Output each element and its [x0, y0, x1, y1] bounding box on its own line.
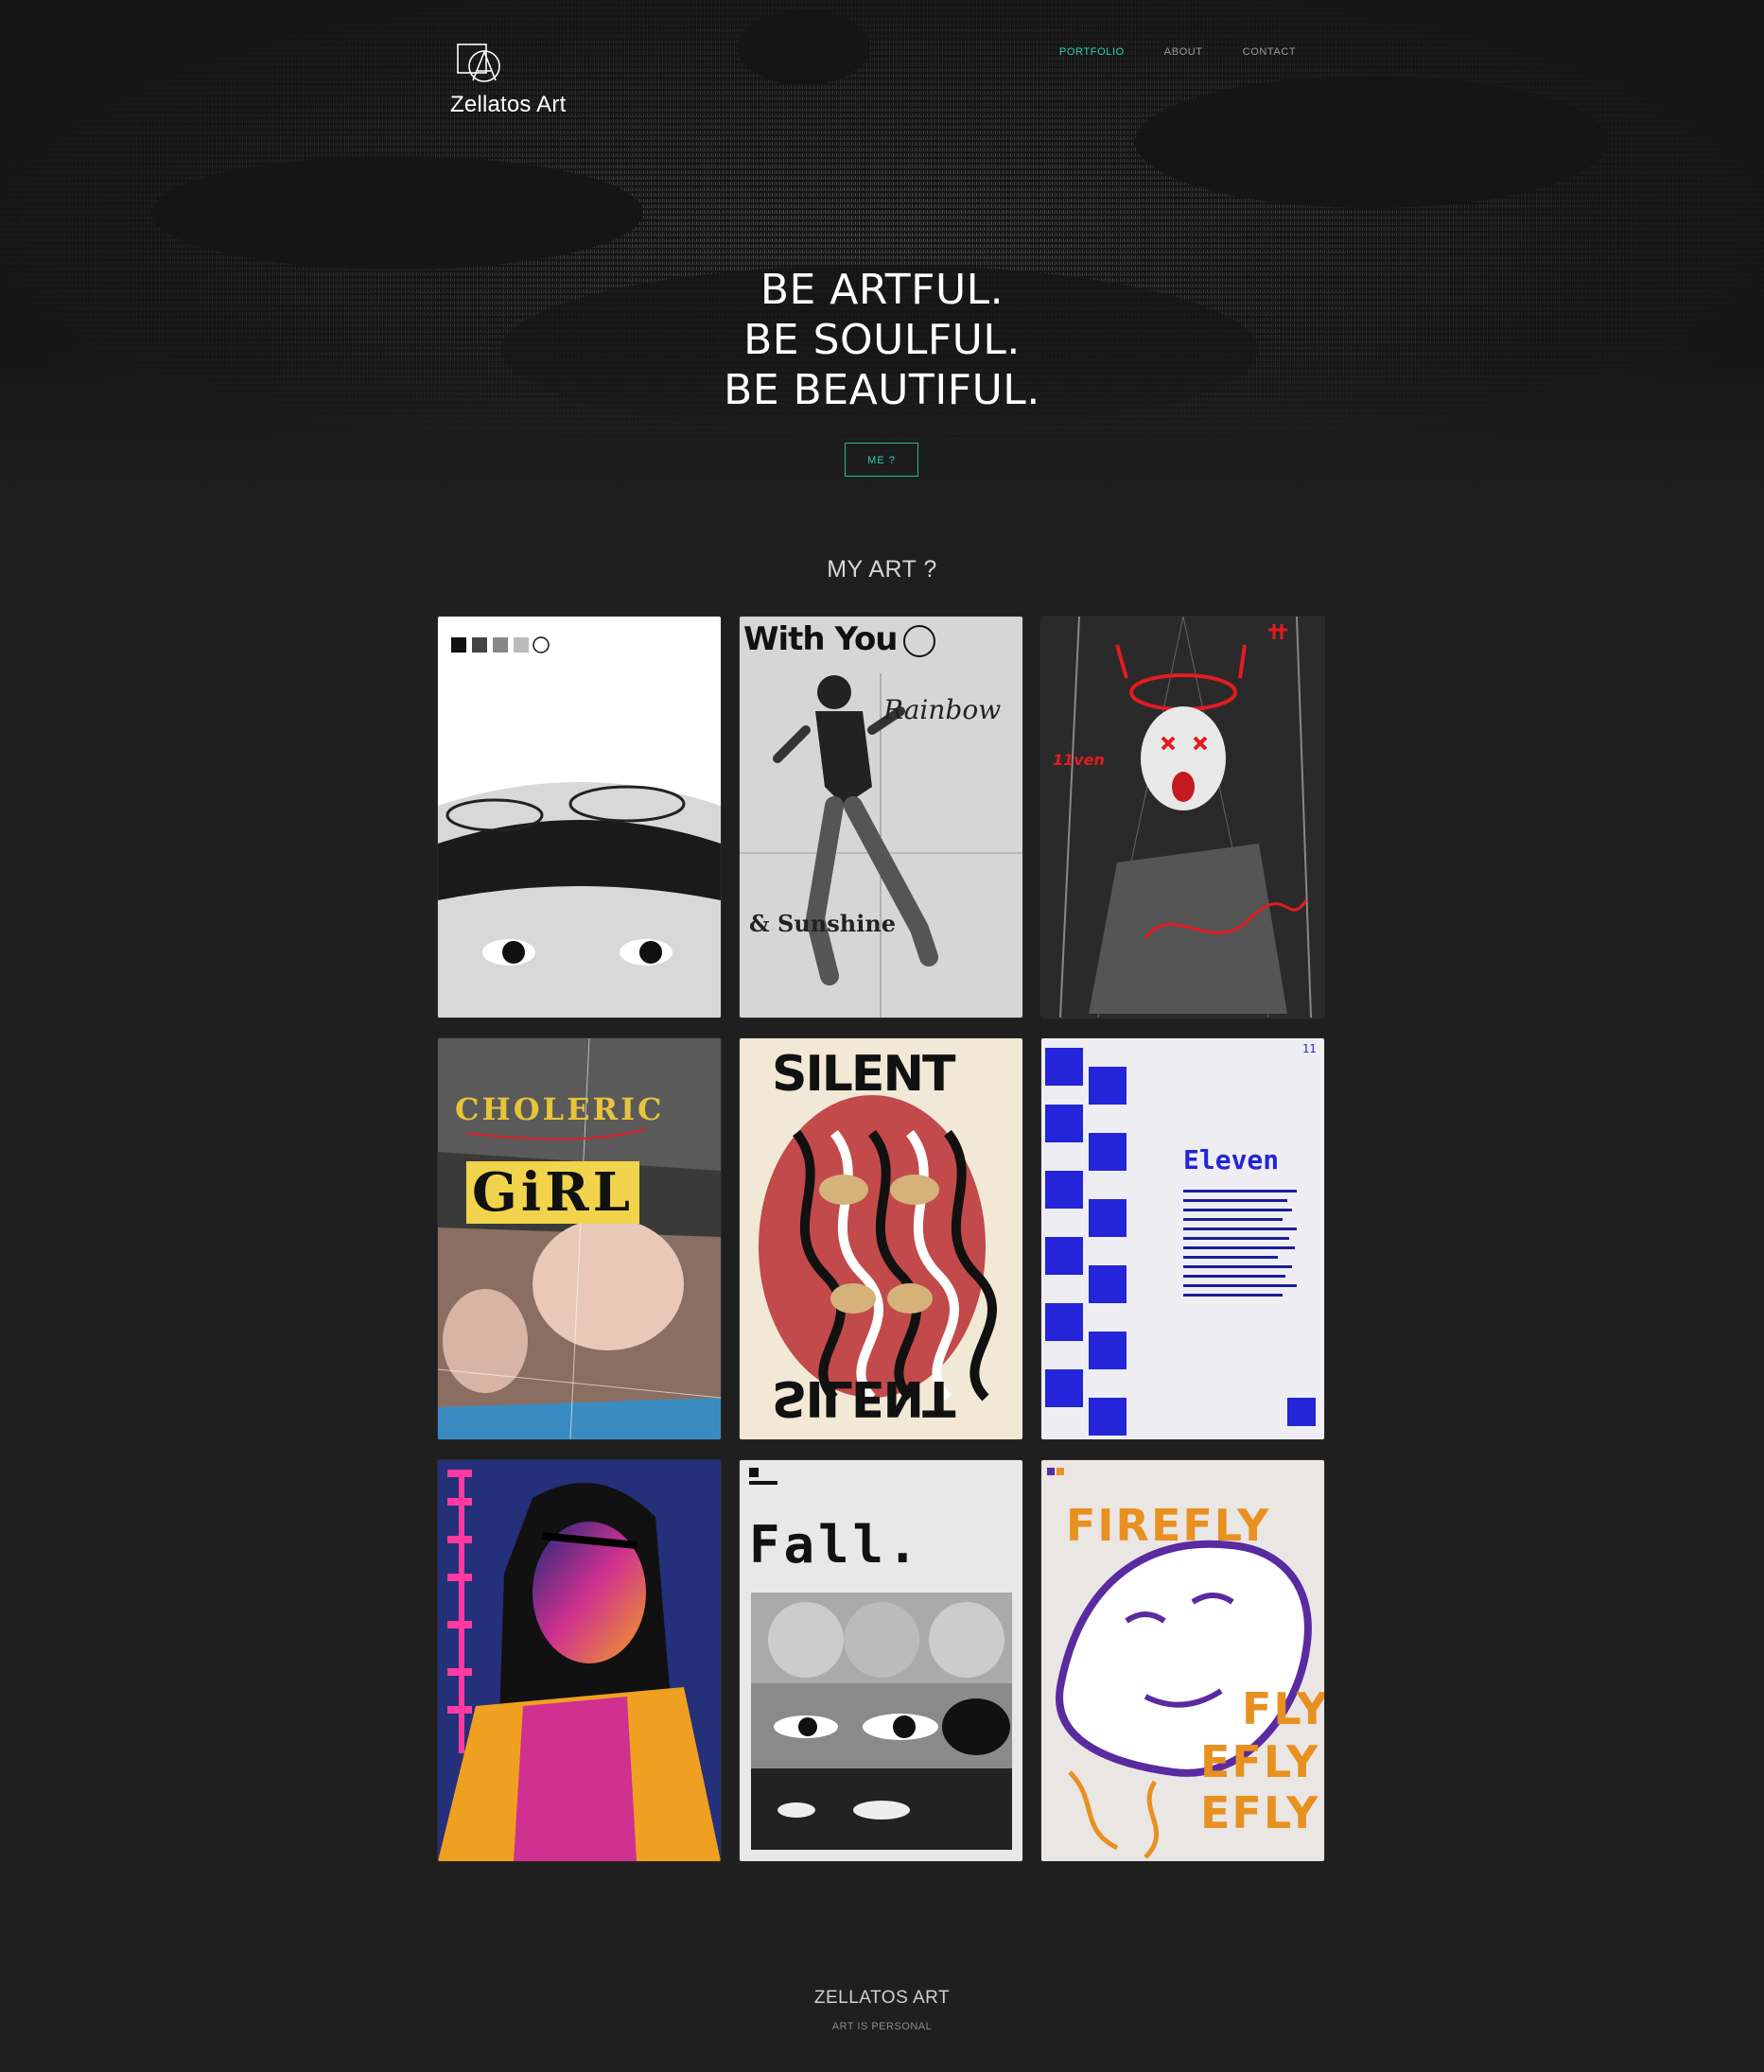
with-you-artwork: [740, 617, 1022, 1018]
me-button[interactable]: ME ?: [845, 443, 918, 477]
footer-subtitle: ART IS PERSONAL: [831, 2021, 933, 2032]
poster-text-silent-bottom: SILENT: [772, 1369, 954, 1426]
tagline-line-3: BE BEAUTIFUL.: [724, 366, 1040, 414]
with-you-poster[interactable]: With You Rainbow & Sunshine: [740, 617, 1022, 1018]
neon-girl-poster[interactable]: [438, 1460, 721, 1861]
brand-logo[interactable]: Zellatos Art: [450, 43, 583, 118]
goggles-girl-artwork: [438, 617, 721, 1018]
eleven-blue-artwork: [1041, 1038, 1324, 1439]
zellatos-monogram-icon: [457, 44, 500, 82]
tagline-line-1: BE ARTFUL.: [760, 266, 1004, 314]
goggles-girl-poster[interactable]: [438, 617, 721, 1018]
poster-text-fall: Fall.: [749, 1515, 922, 1575]
silent-poster[interactable]: SILENT SILENT: [740, 1038, 1022, 1439]
firefly-poster[interactable]: FIREFLY FLY EFLY EFLY: [1041, 1460, 1324, 1861]
nav-contact[interactable]: CONTACT: [1243, 46, 1297, 58]
main-nav: PORTFOLIO ABOUT CONTACT: [1059, 46, 1296, 58]
poster-text-rainbow: Rainbow: [883, 694, 1002, 725]
eleven-blue-poster[interactable]: Eleven 11: [1041, 1038, 1324, 1439]
brand-name: Zellatos Art: [450, 92, 567, 117]
poster-text-11ven: 11ven: [1053, 751, 1105, 769]
tagline-line-2: BE SOULFUL.: [743, 316, 1021, 364]
nav-portfolio[interactable]: PORTFOLIO: [1059, 46, 1125, 58]
poster-text-silent-top: SILENT: [772, 1046, 955, 1103]
poster-text-sunshine: & Sunshine: [749, 910, 897, 937]
poster-text-11: 11: [1302, 1042, 1317, 1055]
hero-tagline: BE ARTFUL. BE SOULFUL. BE BEAUTIFUL.: [0, 265, 1764, 415]
nav-about[interactable]: ABOUT: [1164, 46, 1203, 58]
poster-text-eleven: Eleven: [1183, 1144, 1280, 1175]
fall-poster[interactable]: Fall.: [740, 1460, 1022, 1861]
choleric-girl-poster[interactable]: CHOLERIC GiRL: [438, 1038, 721, 1439]
gallery-title: MY ART ?: [827, 556, 937, 583]
poster-text-efly-1: EFLY: [1200, 1736, 1320, 1787]
hero-banner: Zellatos Art PORTFOLIO ABOUT CONTACT BE …: [0, 0, 1764, 511]
poster-text-girl: GiRL: [466, 1161, 640, 1224]
poster-text-fly: FLY: [1242, 1683, 1324, 1734]
footer-title: ZELLATOS ART: [813, 1988, 951, 2008]
eleven-red-graffiti-poster[interactable]: 11ven: [1041, 617, 1324, 1018]
poster-text-efly-2: EFLY: [1200, 1787, 1320, 1838]
poster-text-with-you: With You: [743, 620, 899, 658]
art-gallery: With You Rainbow & Sunshine 11ven CHOLER…: [438, 617, 1325, 1861]
neon-girl-artwork: [438, 1460, 721, 1861]
poster-text-firefly: FIREFLY: [1066, 1500, 1271, 1551]
poster-text-choleric: CHOLERIC: [455, 1091, 665, 1127]
eleven-red-artwork: [1041, 617, 1324, 1018]
